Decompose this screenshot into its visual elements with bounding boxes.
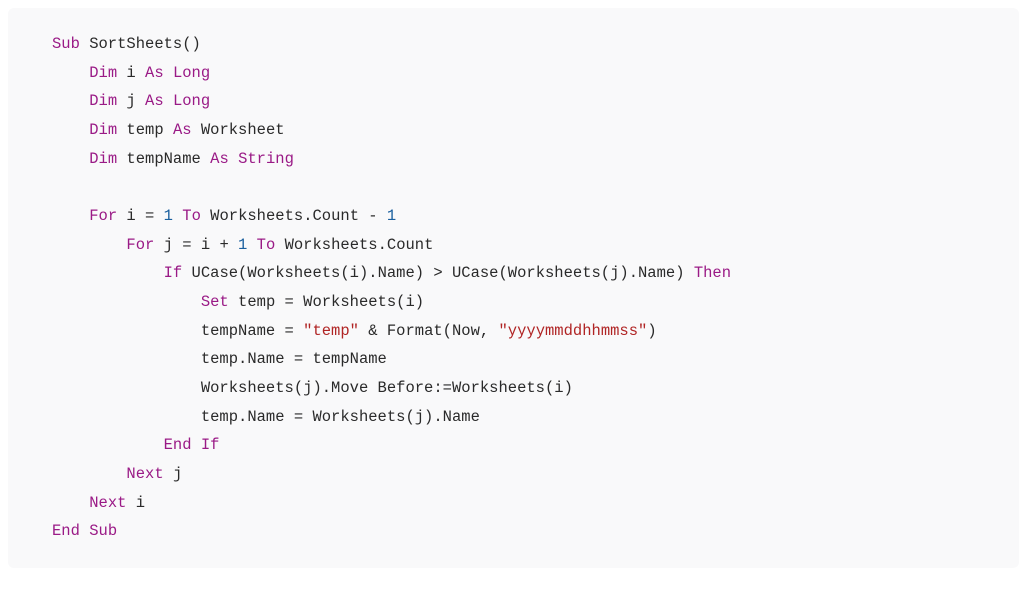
code-token-plain [52,436,164,454]
code-token-plain [52,150,89,168]
code-token-plain: temp = Worksheets(i) [229,293,424,311]
code-token-keyword: If [164,264,183,282]
code-token-plain: i [117,64,145,82]
code-line: Worksheets(j).Move Before:=Worksheets(i) [52,374,1019,403]
code-token-plain: Worksheets(j).Move Before:=Worksheets(i) [52,379,573,397]
code-line: If UCase(Worksheets(i).Name) > UCase(Wor… [52,259,1019,288]
code-token-keyword: Dim [89,64,117,82]
code-line: For j = i + 1 To Worksheets.Count [52,231,1019,260]
code-token-number: 1 [387,207,396,225]
code-token-plain [52,64,89,82]
code-token-keyword: As [145,64,164,82]
code-token-plain: Worksheet [192,121,285,139]
code-line: Dim temp As Worksheet [52,116,1019,145]
code-token-number: 1 [238,236,247,254]
code-line: Sub SortSheets() [52,30,1019,59]
code-token-plain [52,465,126,483]
code-token-plain: ) [647,322,656,340]
code-token-plain [52,207,89,225]
code-line: Next j [52,460,1019,489]
code-token-keyword: Sub [52,35,80,53]
code-line: For i = 1 To Worksheets.Count - 1 [52,202,1019,231]
code-token-type: String [238,150,294,168]
code-block: Sub SortSheets() Dim i As Long Dim j As … [8,8,1019,568]
code-token-keyword: For [89,207,117,225]
code-token-plain [229,150,238,168]
code-token-plain: UCase(Worksheets(i).Name) > UCase(Worksh… [182,264,694,282]
code-line: Next i [52,489,1019,518]
code-token-plain: tempName [117,150,210,168]
code-token-plain: i [126,494,145,512]
code-token-keyword: Next [126,465,163,483]
code-token-plain: i = [117,207,164,225]
code-token-plain: j = i + [154,236,238,254]
code-token-keyword: Next [89,494,126,512]
code-token-keyword: Then [694,264,731,282]
code-token-plain [52,236,126,254]
code-token-plain [52,293,201,311]
code-token-keyword: For [126,236,154,254]
code-token-keyword: As [145,92,164,110]
code-token-plain [52,494,89,512]
code-token-keyword: Dim [89,121,117,139]
code-token-plain: j [164,465,183,483]
code-line: temp.Name = tempName [52,345,1019,374]
code-token-plain: j [117,92,145,110]
code-container: Sub SortSheets() Dim i As Long Dim j As … [52,30,1019,546]
code-token-plain [52,92,89,110]
code-token-plain [173,207,182,225]
code-token-type: Long [173,64,210,82]
code-line: temp.Name = Worksheets(j).Name [52,403,1019,432]
code-line: End If [52,431,1019,460]
code-token-keyword: If [201,436,220,454]
code-token-keyword: Sub [89,522,117,540]
code-token-keyword: End [52,522,80,540]
code-line: Dim tempName As String [52,145,1019,174]
code-line: Set temp = Worksheets(i) [52,288,1019,317]
code-token-plain: temp.Name = Worksheets(j).Name [52,408,480,426]
code-line: Dim i As Long [52,59,1019,88]
code-token-plain [164,64,173,82]
code-token-plain [192,436,201,454]
code-token-plain: tempName = [52,322,303,340]
code-token-keyword: To [182,207,201,225]
code-token-plain: SortSheets() [80,35,201,53]
code-line: End Sub [52,517,1019,546]
code-token-keyword: As [210,150,229,168]
code-token-plain [52,121,89,139]
code-token-keyword: As [173,121,192,139]
code-token-keyword: Set [201,293,229,311]
code-token-plain [247,236,256,254]
code-token-number: 1 [164,207,173,225]
code-token-plain: temp.Name = tempName [52,350,387,368]
code-token-plain: Worksheets.Count [275,236,433,254]
code-token-plain: Worksheets.Count - [201,207,387,225]
code-token-type: Long [173,92,210,110]
code-line [52,173,1019,202]
code-line: tempName = "temp" & Format(Now, "yyyymmd… [52,317,1019,346]
code-line: Dim j As Long [52,87,1019,116]
code-token-plain: temp [117,121,173,139]
code-token-string: "yyyymmddhhmmss" [499,322,648,340]
code-token-keyword: Dim [89,92,117,110]
code-token-keyword: To [257,236,276,254]
code-token-keyword: End [164,436,192,454]
code-token-plain [52,264,164,282]
code-token-plain [164,92,173,110]
code-token-string: "temp" [303,322,359,340]
code-token-plain [80,522,89,540]
code-token-keyword: Dim [89,150,117,168]
code-token-plain: & Format(Now, [359,322,499,340]
